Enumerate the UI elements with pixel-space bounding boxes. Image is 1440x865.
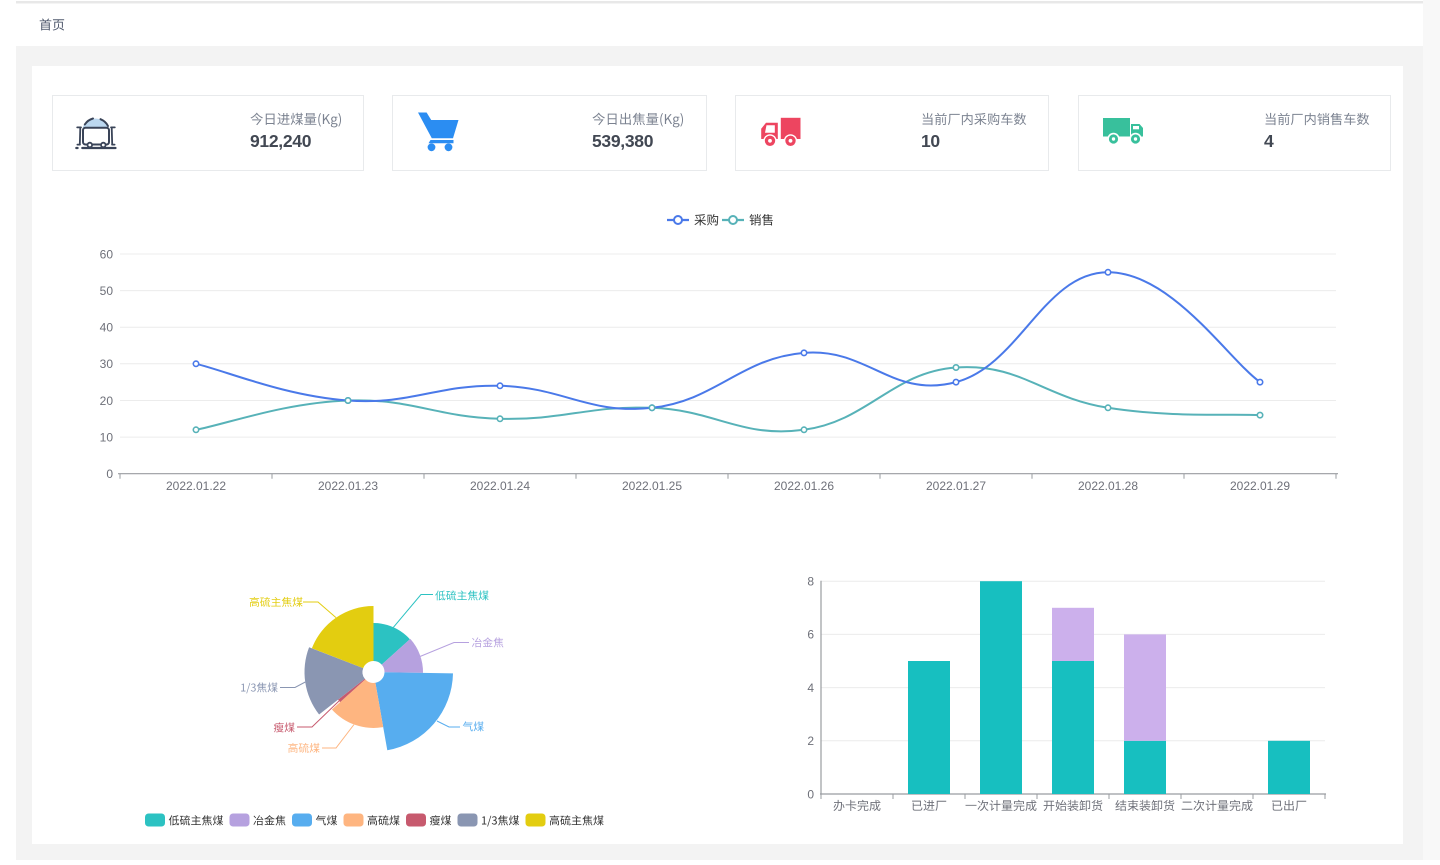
svg-text:20: 20 [100,394,114,408]
svg-text:912,240: 912,240 [250,131,312,151]
svg-text:10: 10 [100,430,114,444]
svg-text:2022.01.27: 2022.01.27 [926,479,986,493]
svg-text:2022.01.24: 2022.01.24 [470,479,530,493]
svg-text:2022.01.26: 2022.01.26 [774,479,834,493]
svg-text:2: 2 [807,734,814,748]
svg-text:0: 0 [106,467,113,481]
svg-text:539,380: 539,380 [592,131,654,151]
svg-text:4: 4 [807,681,814,695]
svg-text:10: 10 [921,131,940,151]
svg-text:2022.01.22: 2022.01.22 [166,479,226,493]
svg-text:60: 60 [100,247,114,261]
svg-text:50: 50 [100,284,114,298]
svg-text:2022.01.28: 2022.01.28 [1078,479,1138,493]
svg-text:2022.01.25: 2022.01.25 [622,479,682,493]
svg-text:30: 30 [100,357,114,371]
svg-text:4: 4 [1264,131,1274,151]
svg-text:6: 6 [807,628,814,642]
svg-text:0: 0 [807,787,814,801]
svg-text:2022.01.29: 2022.01.29 [1230,479,1290,493]
svg-text:2022.01.23: 2022.01.23 [318,479,378,493]
svg-text:40: 40 [100,321,114,335]
svg-text:8: 8 [807,575,814,589]
